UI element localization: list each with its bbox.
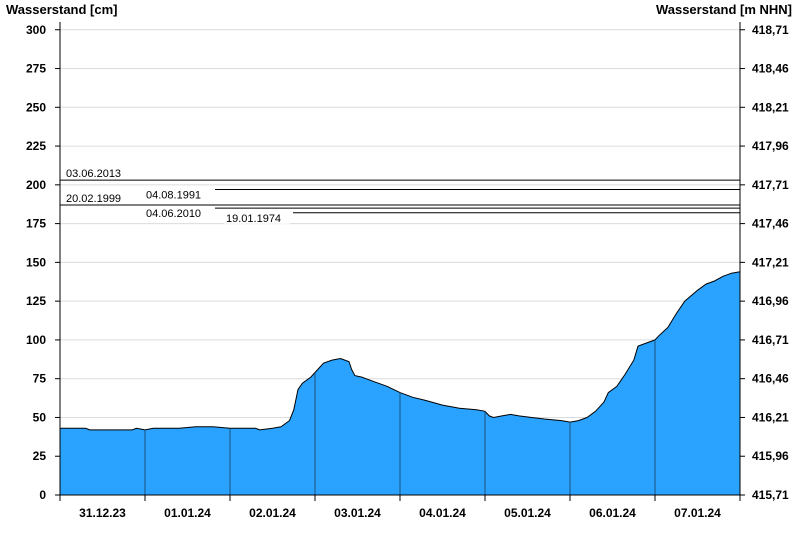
right-tick-label: 416,46 [752,372,789,386]
left-tick-label: 125 [26,294,46,308]
right-tick-label: 417,71 [752,178,789,192]
right-axis-title: Wasserstand [m NHN] [656,2,792,17]
plot-area [60,271,741,495]
left-axis-title: Wasserstand [cm] [6,2,118,17]
water-level-chart: Wasserstand [cm] Wasserstand [m NHN] 03.… [6,2,792,520]
reference-level-label: 04.06.2010 [146,208,201,220]
right-tick-label: 416,71 [752,333,789,347]
left-tick-label: 150 [26,255,46,269]
x-tick-label: 03.01.24 [334,506,381,520]
left-tick-label: 175 [26,217,46,231]
right-tick-label: 417,46 [752,217,789,231]
left-tick-label: 75 [33,372,47,386]
x-tick-label: 02.01.24 [249,506,296,520]
right-tick-label: 418,46 [752,62,789,76]
right-tick-label: 415,71 [752,488,789,502]
x-tick-label: 04.01.24 [419,506,466,520]
x-tick-label: 01.01.24 [164,506,211,520]
left-tick-label: 50 [33,410,47,424]
reference-level-label: 19.01.1974 [226,213,281,225]
left-tick-label: 225 [26,139,46,153]
left-tick-label: 275 [26,62,46,76]
left-tick-label: 300 [26,23,46,37]
reference-level-label: 20.02.1999 [66,193,121,205]
x-tick-label: 31.12.23 [79,506,126,520]
right-tick-label: 415,96 [752,449,789,463]
left-tick-label: 200 [26,178,46,192]
right-tick-label: 417,21 [752,255,789,269]
reference-level-label: 04.08.1991 [146,189,201,201]
reference-levels: 03.06.2013 04.08.1991 20.02.1999 04.06.2010… [60,167,740,225]
x-tick-label: 06.01.24 [589,506,636,520]
right-tick-label: 416,96 [752,294,789,308]
x-tick-label: 07.01.24 [674,506,721,520]
right-tick-label: 416,21 [752,410,789,424]
left-tick-label: 25 [33,449,47,463]
left-tick-label: 250 [26,100,46,114]
right-tick-label: 418,21 [752,100,789,114]
right-tick-label: 418,71 [752,23,789,37]
x-tick-label: 05.01.24 [504,506,551,520]
right-tick-label: 417,96 [752,139,789,153]
left-tick-label: 0 [39,488,46,502]
left-tick-label: 100 [26,333,46,347]
reference-level-label: 03.06.2013 [66,168,121,180]
